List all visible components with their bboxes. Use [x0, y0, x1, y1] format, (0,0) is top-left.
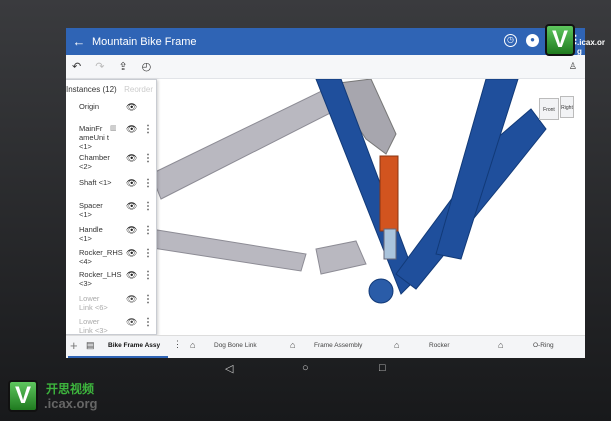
history-icon[interactable]: ◷	[504, 34, 517, 47]
shock-shaft	[383, 228, 397, 260]
back-nav-icon[interactable]: ◁	[225, 362, 233, 375]
toolbar: ↶ ↷ ⇪ ◴ ♙	[66, 55, 585, 79]
eye-icon[interactable]: 👁	[126, 225, 137, 236]
eye-off-icon[interactable]: 👁	[126, 317, 137, 328]
instance-label: Rocker_RHS <4>	[79, 248, 123, 266]
instances-panel: Instances (12) Reorder Origin 👁 MainFr ameU…	[66, 79, 157, 335]
part-icon: ⌂	[394, 340, 400, 350]
reorder-button[interactable]: Reorder	[124, 85, 153, 94]
undo-icon[interactable]: ↶	[72, 60, 81, 73]
instance-label: MainFr ameUni t <1>	[79, 124, 110, 151]
material-icon[interactable]: ▥	[110, 124, 117, 132]
document-icon: ▤	[86, 340, 95, 350]
watermark-url-top: .icax.org	[577, 38, 606, 56]
watermark-url: .icax.org	[44, 396, 98, 411]
part-icon: ⌂	[498, 340, 504, 350]
row-menu-icon[interactable]: ⋮	[143, 225, 153, 236]
instance-label: Lower Link <3>	[79, 317, 108, 335]
tab-rocker[interactable]: Rocker	[429, 342, 450, 349]
watermark-logo: V	[8, 380, 38, 412]
tab-frame-assembly[interactable]: Frame Assembly	[314, 342, 362, 349]
instance-label: Chamber <2>	[79, 153, 110, 171]
eye-icon[interactable]: 👁	[126, 102, 137, 113]
rear-shock	[379, 155, 399, 232]
part-icon: ⌂	[290, 340, 296, 350]
active-tab-indicator	[68, 356, 168, 358]
tab-bike-frame-assy[interactable]: Bike Frame Assy	[108, 342, 160, 349]
arrow-left-icon[interactable]: ←	[66, 34, 92, 49]
view-cube-right[interactable]: Right	[560, 96, 574, 118]
tab-menu-icon[interactable]: ⋮	[173, 339, 182, 350]
eye-icon[interactable]: 👁	[126, 178, 137, 189]
row-menu-icon[interactable]: ⋮	[143, 270, 153, 281]
bottom-bracket	[368, 278, 394, 304]
instance-label: Spacer <1>	[79, 201, 103, 219]
redo-icon[interactable]: ↷	[95, 60, 104, 73]
row-menu-icon[interactable]: ⋮	[143, 317, 153, 328]
android-nav-bar: ◁ ○ □	[0, 362, 611, 378]
eye-icon[interactable]: 👁	[126, 270, 137, 281]
app-bar: ← Mountain Bike Frame ◷ ● ? ⋮	[66, 28, 585, 55]
instance-label: Lower Link <6>	[79, 294, 108, 312]
view-cube[interactable]: Front Right	[539, 96, 575, 122]
instance-label: Handle <1>	[79, 225, 103, 243]
home-nav-icon[interactable]: ○	[302, 362, 309, 374]
watermark-logo: V	[545, 24, 575, 56]
eye-icon[interactable]: 👁	[126, 124, 137, 135]
clock-icon[interactable]: ◴	[142, 60, 152, 73]
user-icon[interactable]: ♙	[569, 61, 577, 72]
eye-icon[interactable]: 👁	[126, 153, 137, 164]
share-icon[interactable]: ●	[526, 34, 539, 47]
instance-label: Shaft <1>	[79, 178, 112, 187]
row-menu-icon[interactable]: ⋮	[143, 153, 153, 164]
eye-icon[interactable]: 👁	[126, 201, 137, 212]
app-screen: Front Right ← Mountain Bike Frame ◷ ● ? …	[66, 28, 585, 358]
tab-dog-bone-link[interactable]: Dog Bone Link	[214, 342, 257, 349]
watermark-cn: 开思视频	[46, 382, 95, 396]
row-menu-icon[interactable]: ⋮	[143, 248, 153, 259]
page-title: Mountain Bike Frame	[92, 35, 197, 48]
recents-nav-icon[interactable]: □	[379, 362, 386, 374]
row-menu-icon[interactable]: ⋮	[143, 201, 153, 212]
row-menu-icon[interactable]: ⋮	[143, 294, 153, 305]
tab-bar: + ▤ Bike Frame Assy ⋮ ⌂ Dog Bone Link ⌂ …	[66, 335, 585, 358]
eye-off-icon[interactable]: 👁	[126, 294, 137, 305]
part-icon: ⌂	[190, 340, 196, 350]
add-tab-icon[interactable]: +	[70, 338, 78, 353]
instances-header: Instances (12)	[66, 85, 117, 94]
row-menu-icon[interactable]: ⋮	[143, 178, 153, 189]
tab-o-ring[interactable]: O-Ring	[533, 342, 554, 349]
view-cube-front[interactable]: Front	[539, 98, 559, 120]
eye-icon[interactable]: 👁	[126, 248, 137, 259]
instance-label: Origin	[79, 102, 100, 111]
export-icon[interactable]: ⇪	[118, 60, 127, 73]
row-menu-icon[interactable]: ⋮	[143, 124, 153, 135]
instance-label: Rocker_LHS <3>	[79, 270, 122, 288]
